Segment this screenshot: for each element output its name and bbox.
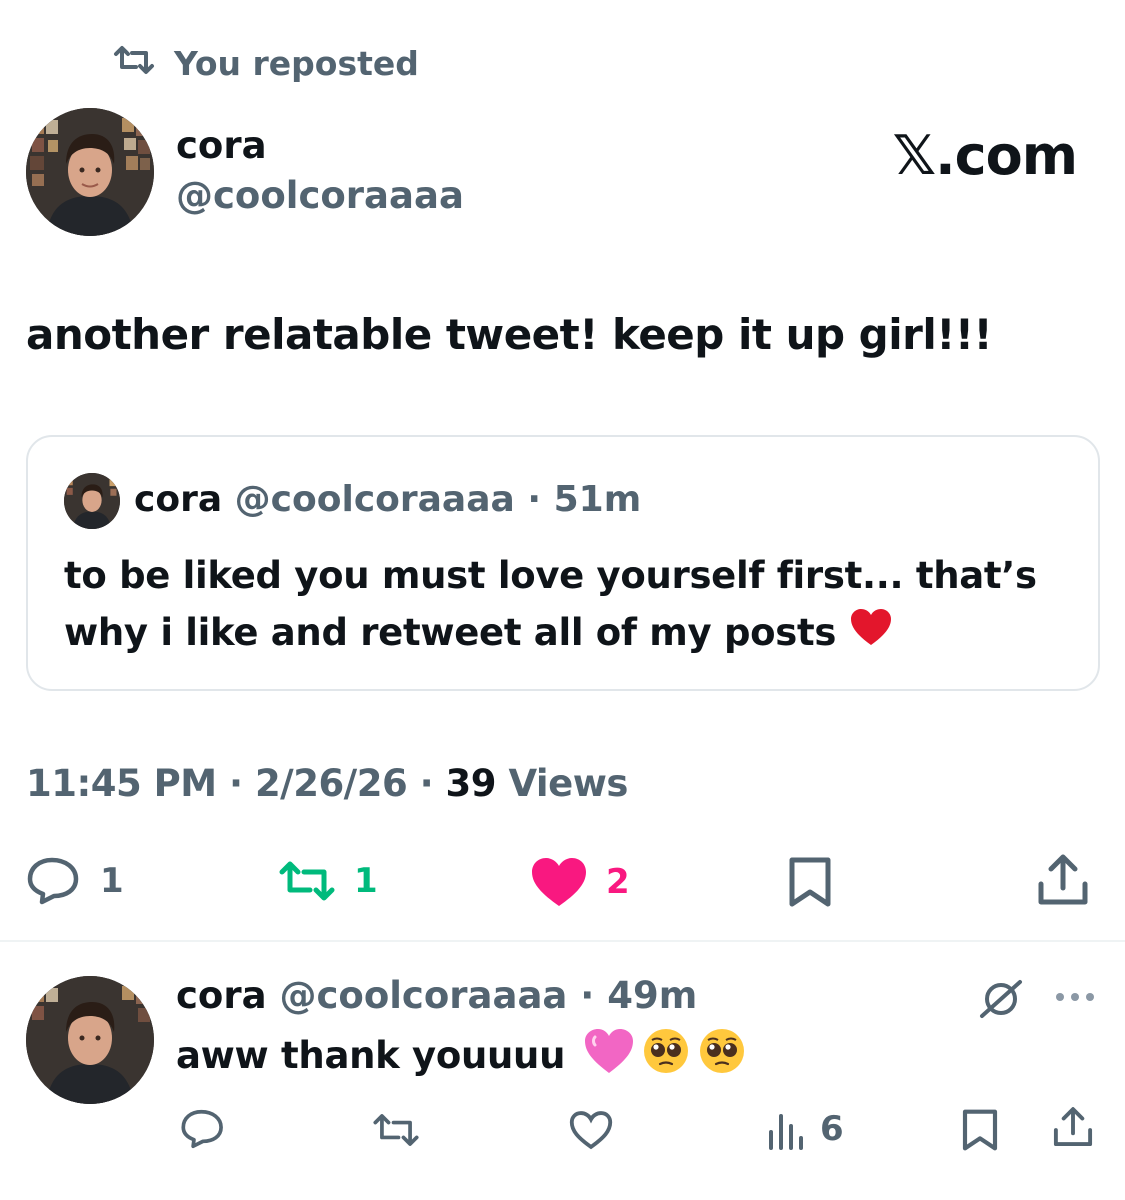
author-handle[interactable]: @coolcoraaaa	[176, 174, 464, 217]
repost-action[interactable]: 1	[278, 860, 378, 902]
bookmark-button[interactable]	[786, 856, 834, 912]
heart-filled-icon	[530, 856, 588, 908]
pink-heart-icon	[583, 1027, 635, 1084]
repost-count: 1	[354, 861, 378, 901]
reply-separator: ·	[580, 974, 595, 1017]
author-avatar[interactable]	[26, 108, 154, 236]
post-meta: 11:45 PM · 2/26/26 · 39 Views	[26, 762, 628, 805]
reply-action[interactable]: 1	[26, 856, 124, 906]
reply-bookmark-button[interactable]	[960, 1108, 1000, 1156]
reply-text-content: aww thank youuuu	[176, 1034, 566, 1077]
reply-header: cora @coolcoraaaa · 49m	[176, 974, 697, 1017]
pleading-face-icon	[641, 1026, 691, 1085]
bookmark-icon	[786, 857, 834, 912]
share-icon	[1036, 854, 1090, 912]
quoted-post-text: to be liked you must love yourself first…	[64, 547, 1064, 663]
reply-icon	[26, 856, 82, 906]
repost-banner: You reposted	[112, 38, 419, 88]
red-heart-icon	[849, 606, 893, 663]
grok-icon[interactable]	[978, 978, 1024, 1024]
views-icon	[766, 1108, 806, 1150]
author-name[interactable]: cora	[176, 124, 267, 167]
views-label: Views	[508, 762, 628, 805]
reply-time[interactable]: 49m	[607, 974, 697, 1017]
pleading-face-icon	[697, 1026, 747, 1085]
reply-share-button[interactable]	[1052, 1104, 1094, 1154]
meta-separator: ·	[228, 762, 243, 805]
reply-like-button[interactable]	[568, 1110, 614, 1154]
meta-separator: ·	[419, 762, 434, 805]
like-action[interactable]: 2	[530, 856, 630, 908]
quoted-post-header: cora @coolcoraaaa · 51m	[134, 479, 641, 520]
divider	[0, 940, 1125, 942]
quoted-post-card[interactable]: cora @coolcoraaaa · 51m to be liked you …	[26, 435, 1100, 691]
reply-author-avatar[interactable]	[26, 976, 154, 1104]
share-button[interactable]	[1036, 852, 1090, 912]
quoted-author-avatar	[64, 473, 120, 529]
views-count: 39	[445, 762, 497, 805]
heart-outline-icon	[568, 1111, 614, 1154]
reply-views-count: 6	[820, 1109, 844, 1149]
repost-icon	[372, 1114, 420, 1152]
share-icon	[1052, 1107, 1094, 1154]
like-count: 2	[606, 862, 630, 902]
repost-icon	[112, 44, 156, 83]
quoted-author-name: cora	[134, 479, 223, 520]
x-logo: 𝕏.com	[892, 124, 1078, 187]
reply-reply-button[interactable]	[180, 1108, 226, 1154]
post-date[interactable]: 2/26/26	[255, 762, 408, 805]
reply-count: 1	[100, 861, 124, 901]
repost-icon	[278, 860, 336, 902]
quoted-author-handle: @coolcoraaaa	[234, 479, 515, 520]
bookmark-icon	[960, 1109, 1000, 1156]
reply-repost-button[interactable]	[372, 1112, 420, 1152]
reply-icon	[180, 1109, 226, 1154]
post-time[interactable]: 11:45 PM	[26, 762, 217, 805]
reply-author-handle[interactable]: @coolcoraaaa	[279, 974, 567, 1017]
quoted-time: 51m	[553, 479, 642, 520]
post-text: another relatable tweet! keep it up girl…	[26, 310, 993, 359]
reply-views-action[interactable]: 6	[766, 1108, 844, 1150]
quoted-separator: ·	[527, 479, 542, 520]
reply-text: aww thank youuuu	[176, 1026, 747, 1085]
repost-banner-text: You reposted	[174, 43, 419, 83]
reply-author-name[interactable]: cora	[176, 974, 267, 1017]
more-options-icon[interactable]	[1054, 988, 1096, 1007]
